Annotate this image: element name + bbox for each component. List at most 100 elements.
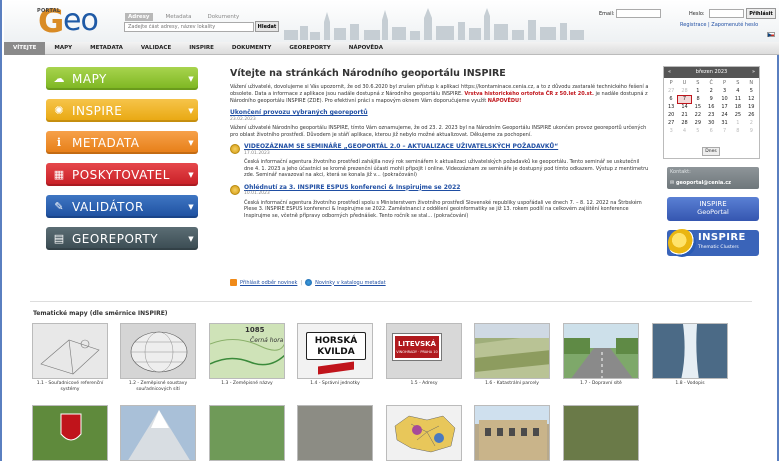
thematic-map-caption[interactable]: 1.1 - Souřadnicové referenční systémy <box>30 381 110 392</box>
nav-vitejte[interactable]: VÍTEJTE <box>4 41 46 55</box>
thematic-map-caption[interactable]: 1.4 - Správní jednotky <box>295 381 375 387</box>
thematic-map-thumbnail[interactable]: HORSKÁ KVILDA <box>297 323 373 379</box>
thematic-map-thumbnail[interactable] <box>297 405 373 461</box>
calendar-day[interactable]: 15 <box>691 103 704 111</box>
nav-georeporty[interactable]: GEOREPORTY <box>280 42 339 55</box>
calendar-day[interactable]: 23 <box>705 111 718 119</box>
calendar-day[interactable]: 30 <box>705 119 718 127</box>
thematic-map-thumbnail[interactable]: LITEVSKÁ VINOHRADY · PRAHA 10 <box>386 323 462 379</box>
password-field[interactable] <box>709 9 744 18</box>
login-button[interactable]: Přihlásit <box>746 8 776 19</box>
thematic-map-thumbnail[interactable] <box>474 405 550 461</box>
thematic-map-thumbnail[interactable] <box>474 323 550 379</box>
inspire-button[interactable]: ✺ INSPIRE ▼ <box>46 99 198 122</box>
calendar-day[interactable]: 27 <box>665 119 678 127</box>
calendar-day[interactable]: 26 <box>745 111 758 119</box>
thematic-map-caption[interactable]: 1.2 - Zeměpisné soustavy souřadnicových … <box>118 381 198 392</box>
thematic-map-thumbnail[interactable] <box>563 323 639 379</box>
calendar-day[interactable]: 1 <box>731 119 744 127</box>
calendar-today-button[interactable]: Dnes <box>702 147 720 156</box>
thematic-map-thumbnail[interactable]: 1085 Černá hora <box>209 323 285 379</box>
calendar-day[interactable]: 4 <box>731 87 744 95</box>
search-button[interactable]: Hledat <box>255 21 279 32</box>
calendar-day[interactable]: 13 <box>665 103 678 111</box>
nav-validace[interactable]: VALIDACE <box>132 42 180 55</box>
calendar-day[interactable]: 8 <box>691 95 704 103</box>
thematic-map-thumbnail[interactable] <box>120 405 196 461</box>
metadata-news-link[interactable]: Novinky v katalogu metadat <box>315 280 386 286</box>
calendar-day[interactable]: 29 <box>691 119 704 127</box>
thematic-map-caption[interactable]: 1.6 - Katastrální parcely <box>472 381 552 387</box>
thematic-map-thumbnail[interactable] <box>209 405 285 461</box>
thematic-map-caption[interactable]: 1.7 - Dopravní sítě <box>561 381 641 387</box>
metadata-button[interactable]: i METADATA ▼ <box>46 131 198 154</box>
calendar-day[interactable]: 27 <box>665 87 678 95</box>
calendar-day[interactable]: 12 <box>745 95 758 103</box>
calendar-day[interactable]: 5 <box>745 87 758 95</box>
calendar-day[interactable]: 28 <box>678 119 691 127</box>
czech-flag-icon[interactable] <box>767 32 775 37</box>
inspire-thematic-clusters-banner[interactable]: INSPIRE Thematic Clusters <box>667 229 759 257</box>
calendar-day[interactable]: 1 <box>691 87 704 95</box>
register-link[interactable]: Registrace <box>680 22 706 28</box>
thematic-map-thumbnail[interactable] <box>563 405 639 461</box>
calendar-day[interactable]: 20 <box>665 111 678 119</box>
search-tab-dokumenty[interactable]: Dokumenty <box>205 13 243 21</box>
nav-metadata[interactable]: METADATA <box>81 42 132 55</box>
calendar-day[interactable]: 9 <box>705 95 718 103</box>
calendar-day[interactable]: 10 <box>718 95 731 103</box>
thematic-map-thumbnail[interactable] <box>120 323 196 379</box>
georeporty-button[interactable]: ▤ GEOREPORTY ▼ <box>46 227 198 250</box>
calendar-day[interactable]: 28 <box>678 87 691 95</box>
thematic-map-thumbnail[interactable] <box>32 405 108 461</box>
calendar-next-button[interactable]: » <box>752 67 755 78</box>
calendar-day[interactable]: 25 <box>731 111 744 119</box>
calendar-day[interactable]: 5 <box>691 127 704 135</box>
nav-dokumenty[interactable]: DOKUMENTY <box>223 42 280 55</box>
nav-mapy[interactable]: MAPY <box>45 42 81 55</box>
search-input[interactable] <box>124 22 254 32</box>
thematic-map-caption[interactable]: 1.3 - Zeměpisné názvy <box>207 381 287 387</box>
inspire-geoportal-banner[interactable]: INSPIRE GeoPortal <box>667 197 759 221</box>
calendar-day[interactable]: 9 <box>745 127 758 135</box>
geoportal-logo[interactable]: G PORTAL eo <box>28 4 112 38</box>
calendar-day[interactable]: 31 <box>718 119 731 127</box>
help-link[interactable]: NÁPOVĚDU! <box>488 98 522 104</box>
calendar-day[interactable]: 8 <box>731 127 744 135</box>
calendar-day[interactable]: 7 <box>718 127 731 135</box>
rss-subscribe-link[interactable]: Přihlásit odběr novinek <box>240 280 297 286</box>
contact-email-link[interactable]: ✉ geoportal@cenia.cz <box>670 180 756 186</box>
thematic-map-caption[interactable]: 1.8 - Vodopis <box>650 381 730 387</box>
calendar-day[interactable]: 3 <box>718 87 731 95</box>
calendar-day[interactable]: 2 <box>705 87 718 95</box>
calendar-prev-button[interactable]: « <box>668 67 671 78</box>
thematic-map-caption[interactable]: 1.5 - Adresy <box>384 381 464 387</box>
thematic-map-thumbnail[interactable] <box>386 405 462 461</box>
forgot-password-link[interactable]: Zapomenuté heslo <box>711 22 758 28</box>
calendar-day[interactable]: 14 <box>678 103 691 111</box>
validator-button[interactable]: ✎ VALIDÁTOR ▼ <box>46 195 198 218</box>
search-tab-adresy[interactable]: Adresy <box>125 13 153 21</box>
calendar-day[interactable]: 11 <box>731 95 744 103</box>
calendar-day[interactable]: 4 <box>678 127 691 135</box>
calendar-day[interactable]: 22 <box>691 111 704 119</box>
nav-inspire[interactable]: INSPIRE <box>180 42 223 55</box>
calendar-day[interactable]: 17 <box>718 103 731 111</box>
poskytovatel-button[interactable]: ▦ POSKYTOVATEL ▼ <box>46 163 198 186</box>
calendar-day[interactable]: 2 <box>745 119 758 127</box>
calendar-day[interactable]: 18 <box>731 103 744 111</box>
calendar-day[interactable]: 3 <box>665 127 678 135</box>
email-field[interactable] <box>616 9 661 18</box>
calendar-day[interactable]: 16 <box>705 103 718 111</box>
calendar-day[interactable]: 6 <box>705 127 718 135</box>
nav-napoveda[interactable]: NÁPOVĚDA <box>340 42 392 55</box>
mapy-button[interactable]: ☁ MAPY ▼ <box>46 67 198 90</box>
thematic-map-thumbnail[interactable] <box>32 323 108 379</box>
search-tab-metadata[interactable]: Metadata <box>163 13 195 21</box>
calendar-day[interactable]: 21 <box>678 111 691 119</box>
calendar-today-cell[interactable]: 7 <box>677 94 692 104</box>
calendar-day[interactable]: 24 <box>718 111 731 119</box>
thematic-map-thumbnail[interactable] <box>652 323 728 379</box>
calendar-day[interactable]: 19 <box>745 103 758 111</box>
calendar-day[interactable]: 6 <box>665 95 678 103</box>
